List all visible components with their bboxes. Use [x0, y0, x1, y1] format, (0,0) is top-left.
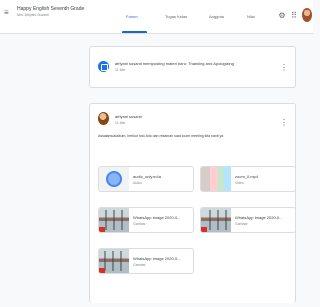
attachment-title: WhatsApp Image 2020-0... — [133, 256, 181, 261]
author-avatar — [98, 112, 109, 125]
video-thumbnail — [201, 167, 231, 191]
announcement-text[interactable]: afriyani susanti memposting materi baru:… — [115, 61, 234, 66]
account-avatar[interactable] — [302, 8, 312, 22]
gear-icon[interactable]: ⚙ — [278, 12, 286, 20]
attachment-title: zoom_0.mp4 — [235, 174, 259, 179]
attachment-title: WhatsApp Image 2020-0... — [133, 215, 181, 220]
top-app-bar: ≡ Happy English Seventh Grade Mrs. Afriy… — [0, 0, 313, 34]
image-thumbnail — [201, 208, 231, 232]
attachment-image[interactable]: WhatsApp Image 2020-0... Gambar — [98, 207, 194, 233]
attachment-video[interactable]: zoom_0.mp4 Video — [200, 166, 296, 192]
more-options-icon[interactable]: ⋮ — [280, 63, 288, 73]
attachment-audio[interactable]: audio_only.m4a Audio — [98, 166, 194, 192]
announcement-date: 11 Mei — [115, 68, 126, 72]
post-body: Assalamualaikum, berikut foto-foto dan r… — [98, 134, 224, 138]
attachment-type: Video — [235, 181, 244, 185]
attachment-type: Audio — [133, 181, 142, 185]
attachment-type: Gambar — [133, 222, 146, 226]
tab-forum[interactable]: Forum — [126, 14, 138, 19]
attachment-type: Gambar — [235, 222, 248, 226]
class-subtitle: Mrs. Afriyani Susanti — [17, 13, 49, 17]
post-date: 11 Mei — [115, 121, 126, 125]
attachment-title: WhatsApp Image 2020-0... — [235, 215, 283, 220]
attachment-image[interactable]: WhatsApp Image 2020-0... Gambar — [98, 248, 194, 274]
image-thumbnail — [99, 208, 129, 232]
tab-anggota[interactable]: Anggota — [209, 14, 224, 19]
post-card: afriyani susanti 11 Mei ⋮ Assalamualaiku… — [89, 103, 296, 303]
attachment-title: audio_only.m4a — [133, 174, 161, 179]
audio-thumbnail — [99, 167, 129, 191]
attachment-image[interactable]: WhatsApp Image 2020-0... Gambar — [200, 207, 296, 233]
class-title[interactable]: Happy English Seventh Grade — [17, 6, 84, 12]
attachment-type: Gambar — [133, 263, 146, 267]
announcement-card[interactable]: afriyani susanti memposting materi baru:… — [89, 46, 296, 88]
post-author: afriyani susanti — [115, 114, 142, 119]
image-thumbnail — [99, 249, 129, 273]
apps-grid-icon[interactable]: ⠿ — [290, 12, 298, 20]
hamburger-menu-icon[interactable]: ≡ — [4, 9, 12, 17]
classwork-material-icon — [98, 61, 109, 72]
tab-tugas-kelas[interactable]: Tugas Kelas — [165, 14, 187, 19]
more-options-icon[interactable]: ⋮ — [280, 118, 288, 128]
active-tab-indicator — [122, 31, 147, 33]
tab-nilai[interactable]: Nilai — [247, 14, 255, 19]
